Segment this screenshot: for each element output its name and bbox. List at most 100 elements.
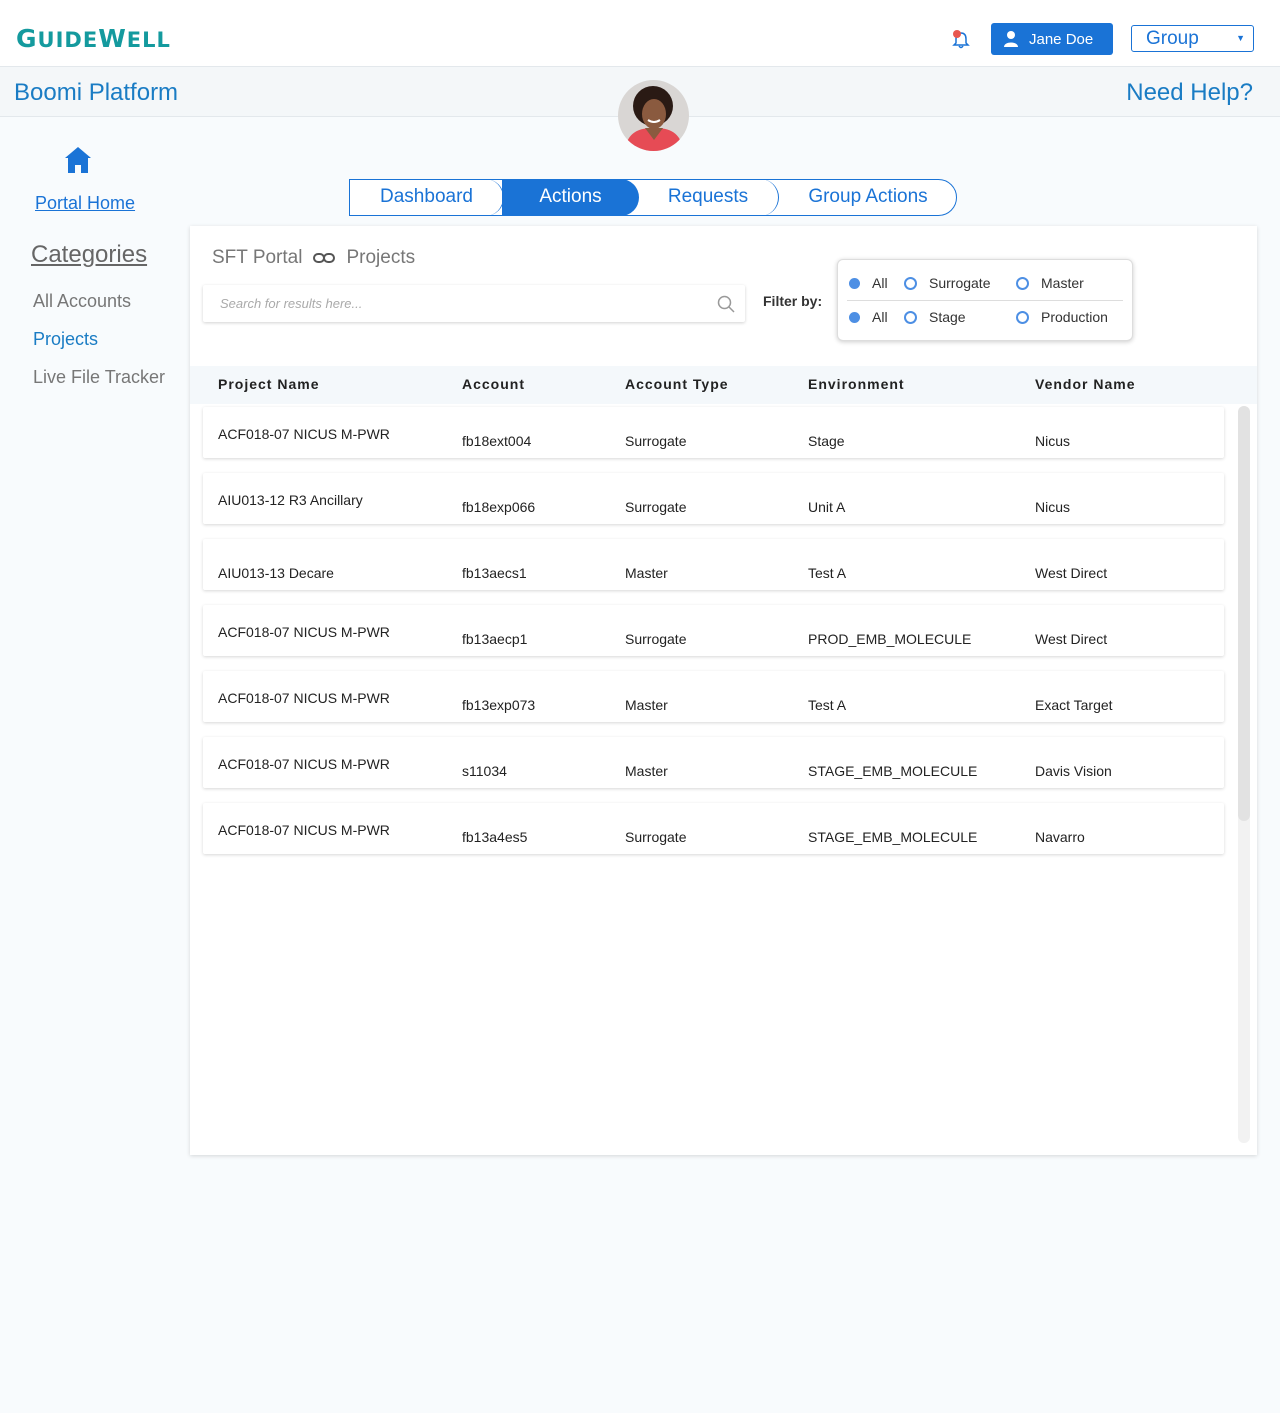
table-row[interactable]: ACF018-07 NICUS M-PWR fb18ext004 Surrogate… <box>203 407 1224 458</box>
radio-label: All <box>872 275 888 291</box>
logo-letter-g: G <box>16 24 38 53</box>
cell-project-name: ACF018-07 NICUS M-PWR <box>218 426 390 442</box>
radio-label: Surrogate <box>929 275 991 291</box>
cell-environment: STAGE_EMB_MOLECULE <box>808 829 978 845</box>
radio-unselected-icon <box>1016 276 1029 290</box>
table-row[interactable]: ACF018-07 NICUS M-PWR fb13exp073 Master Tes… <box>203 671 1224 722</box>
column-header-environment[interactable]: Environment <box>808 376 905 392</box>
breadcrumb: SFT Portal Projects <box>212 247 415 269</box>
column-header-account-type[interactable]: Account Type <box>625 376 729 392</box>
logo-letter-w: W <box>98 24 127 53</box>
cell-environment: PROD_EMB_MOLECULE <box>808 631 972 647</box>
table-row[interactable]: AIU013-13 Decare fb13aecs1 Master Test A Wes… <box>203 539 1224 590</box>
column-header-vendor-name[interactable]: Vendor Name <box>1035 376 1135 392</box>
filter-account-surrogate[interactable]: Surrogate <box>904 275 990 291</box>
cell-project-name: ACF018-07 NICUS M-PWR <box>218 690 390 706</box>
filter-account-master[interactable]: Master <box>1016 275 1084 291</box>
scrollbar-thumb[interactable] <box>1238 406 1250 821</box>
cell-project-name: ACF018-07 NICUS M-PWR <box>218 756 390 772</box>
search-box <box>203 285 745 322</box>
cell-account: fb13aecp1 <box>462 631 528 647</box>
cell-environment: Test A <box>808 697 847 713</box>
platform-title: Boomi Platform <box>14 79 179 106</box>
cell-vendor-name: West Direct <box>1035 565 1108 581</box>
cell-vendor-name: Navarro <box>1035 829 1085 845</box>
cell-account: fb18ext004 <box>462 433 532 449</box>
cell-project-name: ACF018-07 NICUS M-PWR <box>218 624 390 640</box>
radio-unselected-icon <box>904 310 917 324</box>
user-name: Jane Doe <box>1029 30 1094 48</box>
tab-actions[interactable]: Actions <box>502 179 639 216</box>
portal-home-link[interactable]: Portal Home <box>35 193 135 214</box>
cell-environment: Test A <box>808 565 847 581</box>
table-row[interactable]: ACF018-07 NICUS M-PWR s11034 Master STAGE_E… <box>203 737 1224 788</box>
bell-icon[interactable] <box>950 28 972 50</box>
cell-environment: Stage <box>808 433 845 449</box>
projects-card: SFT Portal Projects Filter by: All Surro… <box>190 226 1257 1155</box>
radio-unselected-icon <box>1016 310 1029 324</box>
filter-label: Filter by: <box>763 293 823 309</box>
group-select[interactable]: Group ▼ <box>1131 25 1254 52</box>
column-header-account[interactable]: Account <box>462 376 525 392</box>
cell-account-type: Master <box>625 565 668 581</box>
radio-label: All <box>872 309 888 325</box>
radio-selected-icon <box>849 311 860 323</box>
cell-vendor-name: Davis Vision <box>1035 763 1112 779</box>
user-button[interactable]: Jane Doe <box>991 23 1113 55</box>
cell-account-type: Master <box>625 697 668 713</box>
column-header-project-name[interactable]: Project Name <box>218 376 319 392</box>
search-input[interactable] <box>203 285 683 322</box>
radio-unselected-icon <box>904 276 917 290</box>
link-icon <box>313 253 336 263</box>
cell-vendor-name: Exact Target <box>1035 697 1113 713</box>
categories-heading[interactable]: Categories <box>31 241 147 269</box>
avatar[interactable] <box>618 80 689 151</box>
filter-env-production[interactable]: Production <box>1016 309 1108 325</box>
home-icon[interactable] <box>64 146 92 174</box>
breadcrumb-root[interactable]: SFT Portal <box>212 247 302 269</box>
table-header: Project Name Account Account Type Enviro… <box>190 366 1257 404</box>
table-row[interactable]: ACF018-07 NICUS M-PWR fb13a4es5 Surrogate S… <box>203 803 1224 854</box>
sidebar-item-projects[interactable]: Projects <box>33 329 98 350</box>
sidebar-item-all-accounts[interactable]: All Accounts <box>33 291 131 312</box>
logo-text-uide: UIDE <box>37 28 99 52</box>
table-row[interactable]: ACF018-07 NICUS M-PWR fb13aecp1 Surrogate P… <box>203 605 1224 656</box>
radio-label: Master <box>1041 275 1084 291</box>
breadcrumb-current: Projects <box>346 247 416 268</box>
logo-text-ell: ELL <box>126 28 171 52</box>
cell-account-type: Surrogate <box>625 829 687 845</box>
cell-account-type: Surrogate <box>625 631 687 647</box>
filter-account-all[interactable]: All <box>849 275 888 291</box>
cell-vendor-name: Nicus <box>1035 433 1071 449</box>
cell-account: fb13aecs1 <box>462 565 527 581</box>
filter-env-stage[interactable]: Stage <box>904 309 966 325</box>
guidewell-logo[interactable]: GUIDEWELL <box>16 24 171 53</box>
tab-group-actions[interactable]: Group Actions <box>779 179 957 216</box>
cell-account: fb13exp073 <box>462 697 536 713</box>
cell-project-name: AIU013-12 R3 Ancillary <box>218 492 363 508</box>
table-row[interactable]: AIU013-12 R3 Ancillary fb18exp066 Surrogat… <box>203 473 1224 524</box>
nav-tabs: Group Actions Requests Actions Dashboard <box>349 179 957 216</box>
cell-account-type: Surrogate <box>625 499 687 515</box>
filter-env-all[interactable]: All <box>849 309 888 325</box>
tab-requests[interactable]: Requests <box>622 179 779 216</box>
cell-account: fb18exp066 <box>462 499 536 515</box>
cell-vendor-name: Nicus <box>1035 499 1071 515</box>
cell-environment: Unit A <box>808 499 846 515</box>
group-select-value: Group <box>1146 28 1199 49</box>
cell-project-name: AIU013-13 Decare <box>218 565 334 581</box>
caret-down-icon: ▼ <box>1236 33 1245 43</box>
cell-account-type: Master <box>625 763 668 779</box>
radio-label: Production <box>1041 309 1108 325</box>
user-icon <box>1004 31 1018 47</box>
cell-project-name: ACF018-07 NICUS M-PWR <box>218 822 390 838</box>
cell-account: s11034 <box>462 763 507 779</box>
search-icon[interactable] <box>717 295 735 313</box>
filter-panel: All Surrogate Master All Stage Productio… <box>837 259 1133 341</box>
table-scrollbar[interactable] <box>1238 406 1250 1143</box>
radio-label: Stage <box>929 309 966 325</box>
filter-divider <box>847 300 1123 301</box>
tab-dashboard[interactable]: Dashboard <box>350 179 504 216</box>
need-help-link[interactable]: Need Help? <box>1126 79 1253 107</box>
sidebar-item-live-file-tracker[interactable]: Live File Tracker <box>33 367 165 388</box>
